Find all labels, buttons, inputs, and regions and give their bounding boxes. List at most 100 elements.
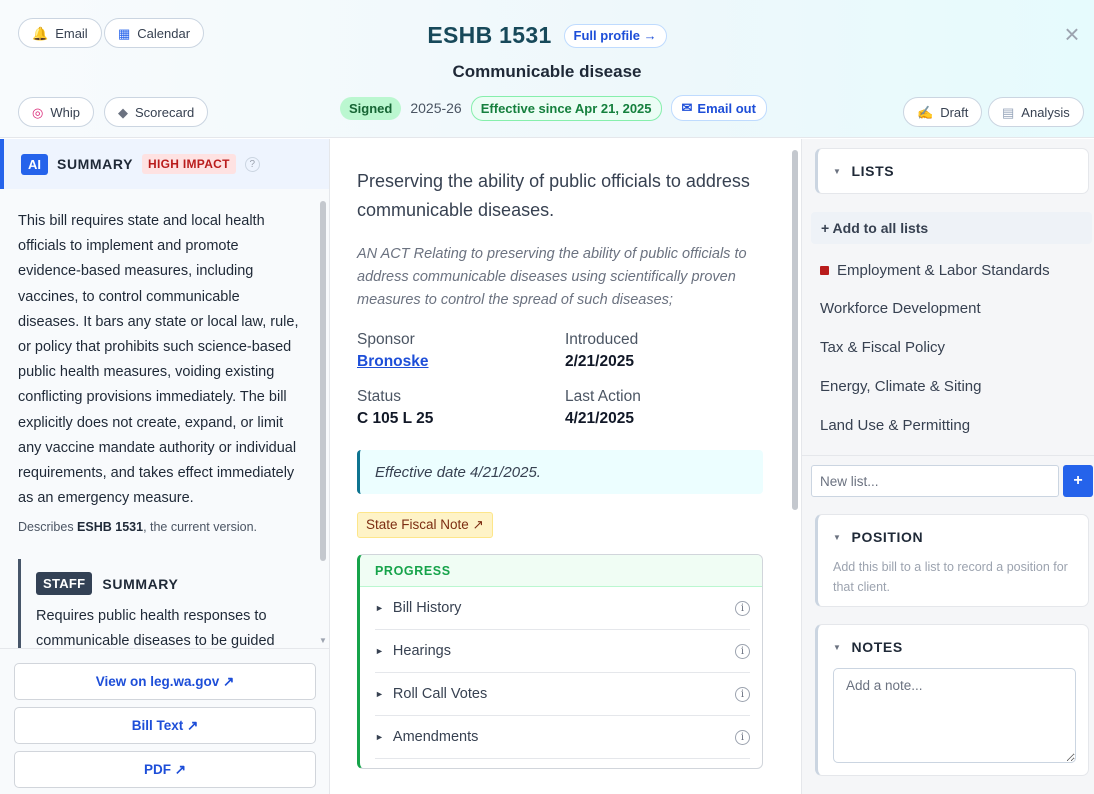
list-item-workforce[interactable]: Workforce Development — [820, 300, 981, 317]
expand-icon: ► — [375, 646, 384, 656]
position-help-text: Add this bill to a list to record a posi… — [833, 560, 1068, 594]
bill-description: Preserving the ability of public officia… — [357, 171, 750, 220]
ai-summary-text: This bill requires state and local healt… — [18, 213, 299, 507]
envelope-icon: ✉ — [681, 100, 693, 115]
info-icon[interactable]: i — [735, 729, 750, 745]
expand-icon: ► — [375, 732, 384, 742]
roll-call-votes-toggle[interactable]: ► Roll Call Votes i — [375, 673, 750, 716]
bill-details-panel: Preserving the ability of public officia… — [331, 139, 800, 794]
summary-panel: AI SUMMARY HIGH IMPACT ? This bill requi… — [0, 139, 330, 794]
details-scrollbar[interactable] — [792, 150, 798, 510]
bill-text-link[interactable]: Bill Text ↗ — [14, 707, 316, 744]
effective-date-note: Effective date 4/21/2025. — [357, 450, 763, 494]
position-card: ▼ POSITION Add this bill to a list to re… — [815, 514, 1089, 607]
info-icon[interactable]: i — [735, 686, 750, 702]
staff-summary-text: Requires public health responses to comm… — [36, 608, 275, 649]
view-on-leg-link[interactable]: View on leg.wa.gov ↗ — [14, 663, 316, 700]
progress-item-label: Hearings — [392, 643, 451, 659]
lists-panel: ▼ LISTS + Add to all lists Employment & … — [801, 139, 1094, 794]
help-icon[interactable]: ? — [244, 156, 260, 172]
list-item-energy[interactable]: Energy, Climate & Siting — [820, 378, 981, 395]
introduced-field: Introduced 2/21/2025 — [565, 331, 638, 371]
describes-bill: ESHB 1531 — [77, 520, 144, 534]
chevron-down-icon: ▼ — [833, 532, 842, 542]
status-value: C 105 L 25 — [357, 410, 434, 427]
email-out-label: Email out — [697, 100, 756, 116]
position-header[interactable]: ▼ POSITION — [818, 529, 1088, 545]
title-row: ESHB 1531 Full profile → — [0, 22, 1094, 49]
list-item-land-use[interactable]: Land Use & Permitting — [820, 417, 970, 434]
info-icon[interactable]: i — [735, 600, 750, 616]
list-item-tax[interactable]: Tax & Fiscal Policy — [820, 339, 945, 356]
introduced-label: Introduced — [565, 331, 639, 348]
expand-icon: ► — [375, 603, 384, 613]
target-icon: ◎ — [32, 104, 44, 120]
progress-section: PROGRESS ► Bill History i ► Hearings i ►… — [357, 554, 763, 769]
summary-scrollbar[interactable] — [320, 201, 326, 561]
sponsor-label: Sponsor — [357, 331, 415, 348]
describes-suffix: , the current version. — [143, 520, 258, 534]
close-icon[interactable]: × — [1060, 21, 1084, 47]
full-profile-button[interactable]: Full profile → — [563, 23, 667, 48]
new-list-input[interactable] — [811, 465, 1059, 497]
expand-icon: ► — [375, 689, 384, 699]
notes-title: NOTES — [851, 639, 903, 655]
bill-title: Communicable disease — [452, 62, 642, 81]
email-out-button[interactable]: ✉ Email out — [670, 95, 767, 121]
notes-header[interactable]: ▼ NOTES — [818, 639, 1088, 655]
add-to-all-lists-button[interactable]: + Add to all lists — [811, 212, 1092, 244]
summary-version-note: Describes ESHB 1531, the current version… — [18, 520, 257, 534]
add-list-button[interactable]: + — [1063, 465, 1093, 497]
list-color-dot — [820, 266, 829, 275]
last-action-value: 4/21/2025 — [565, 410, 634, 427]
draft-button[interactable]: ✍ Draft — [903, 97, 983, 127]
list-item-label: Energy, Climate & Siting — [820, 378, 982, 395]
bill-header: 🔔 Email ▦ Calendar ◎ Whip ◆ Scorecard ES… — [0, 0, 1094, 138]
staff-summary-header: STAFF SUMMARY — [36, 572, 318, 595]
scorecard-label: Scorecard — [135, 104, 195, 120]
progress-title: PROGRESS — [360, 555, 762, 587]
scroll-down-icon[interactable]: ▼ — [319, 636, 327, 645]
staff-summary-title: SUMMARY — [102, 575, 179, 592]
pencil-hand-icon: ✍ — [917, 104, 934, 120]
staff-summary: STAFF SUMMARY Requires public health res… — [18, 559, 318, 649]
chevron-down-icon: ▼ — [833, 642, 842, 652]
bill-history-toggle[interactable]: ► Bill History i — [375, 587, 750, 630]
list-item-label: Employment & Labor Standards — [837, 262, 1050, 279]
whip-label: Whip — [50, 104, 80, 120]
whip-button[interactable]: ◎ Whip — [18, 97, 94, 127]
bill-meta: Signed 2025-26 Effective since Apr 21, 2… — [340, 95, 767, 121]
info-icon[interactable]: i — [735, 643, 750, 659]
note-textarea[interactable] — [833, 668, 1076, 763]
status-badge: Signed — [340, 96, 402, 120]
pdf-link[interactable]: PDF ↗ — [14, 751, 316, 788]
chevron-down-icon: ▼ — [833, 166, 842, 176]
impact-badge: HIGH IMPACT — [142, 154, 236, 174]
scorecard-button[interactable]: ◆ Scorecard — [104, 97, 209, 127]
effective-badge: Effective since Apr 21, 2025 — [470, 95, 662, 121]
staff-tag: STAFF — [36, 572, 93, 595]
sponsor-link[interactable]: Bronoske — [357, 353, 429, 371]
ai-tag: AI — [21, 153, 48, 175]
amendments-toggle[interactable]: ► Amendments i — [375, 716, 750, 759]
progress-item-label: Amendments — [392, 729, 479, 745]
list-item-employment[interactable]: Employment & Labor Standards — [820, 262, 1050, 279]
lists-title: LISTS — [851, 163, 895, 179]
bill-id: ESHB 1531 — [427, 22, 552, 48]
external-links: View on leg.wa.gov ↗ Bill Text ↗ PDF ↗ — [0, 648, 329, 794]
status-label: Status — [357, 388, 401, 405]
scorecard-icon: ◆ — [118, 104, 128, 120]
lists-header[interactable]: ▼ LISTS — [818, 149, 1088, 193]
session-label: 2025-26 — [410, 100, 462, 116]
analysis-button[interactable]: ▤ Analysis — [988, 97, 1084, 127]
status-field: Status C 105 L 25 — [357, 388, 433, 428]
sponsor-field: Sponsor Bronoske — [357, 331, 429, 371]
progress-item-label: Bill History — [392, 600, 462, 616]
list-item-label: Tax & Fiscal Policy — [820, 339, 946, 356]
ai-summary-header: AI SUMMARY HIGH IMPACT ? — [0, 139, 329, 189]
hearings-toggle[interactable]: ► Hearings i — [375, 630, 750, 673]
fiscal-note-link[interactable]: State Fiscal Note ↗ — [357, 512, 493, 538]
lists-card: ▼ LISTS — [815, 148, 1089, 194]
introduced-value: 2/21/2025 — [565, 353, 634, 370]
draft-label: Draft — [940, 104, 969, 120]
